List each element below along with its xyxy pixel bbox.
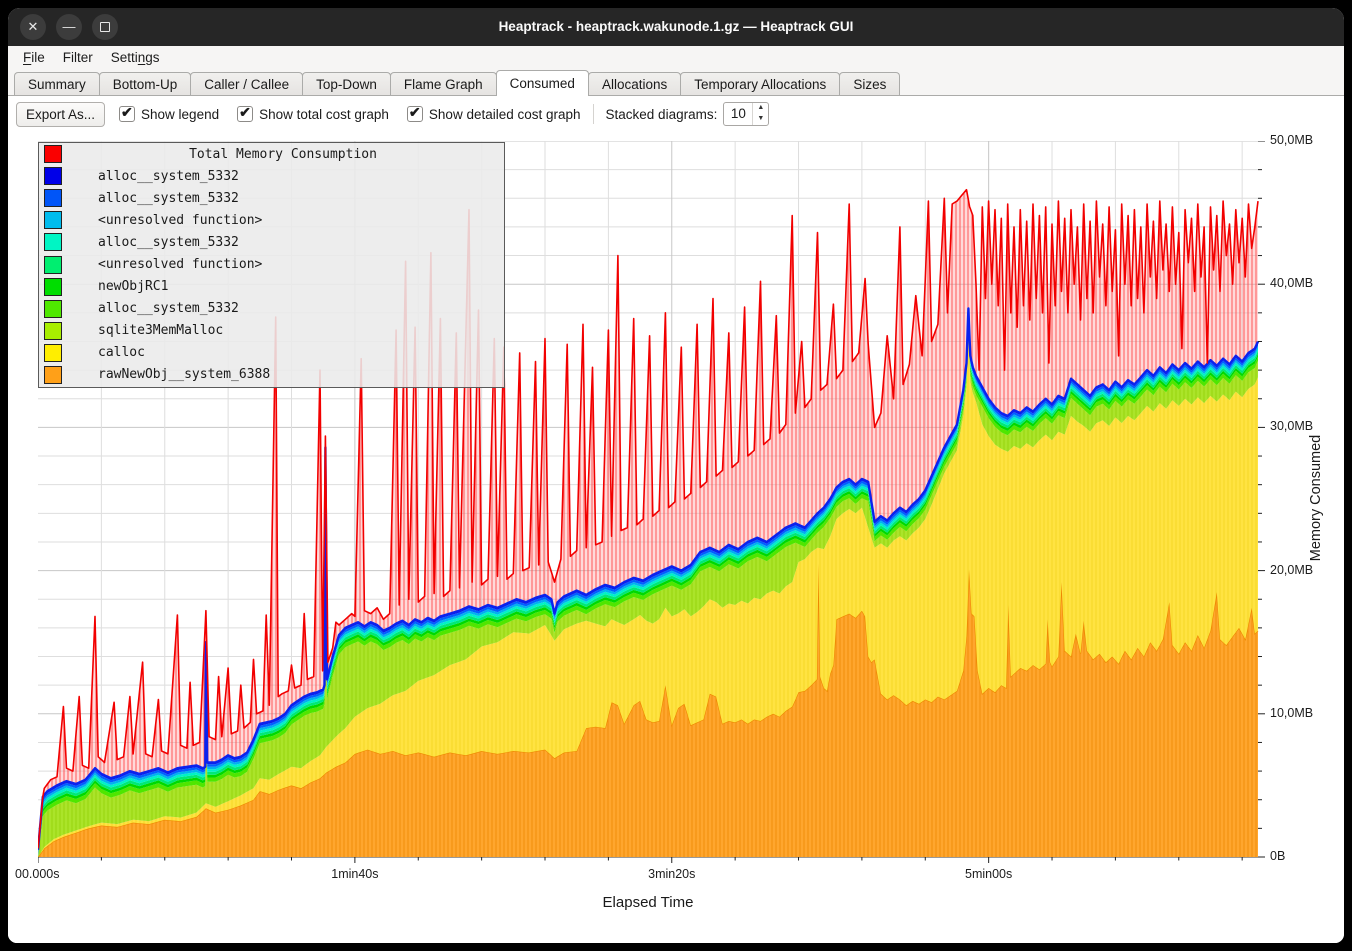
legend-swatch — [44, 211, 62, 229]
legend-item: Total Memory Consumption — [39, 143, 504, 165]
menu-file[interactable]: File — [14, 48, 54, 67]
spinbox-arrows: ▲ ▼ — [752, 103, 768, 125]
check-mark-icon: ✔ — [409, 104, 421, 121]
y-tick-label: 30,0MB — [1270, 419, 1313, 433]
stacked-diagrams-label: Stacked diagrams: — [606, 107, 718, 122]
legend-item: <unresolved function> — [39, 253, 504, 275]
app-window: ✕ — Heaptrack - heaptrack.wakunode.1.gz … — [8, 8, 1344, 943]
tab-allocations[interactable]: Allocations — [588, 72, 681, 96]
chart-toolbar: Export As... ✔ Show legend ✔ Show total cos… — [16, 100, 769, 128]
checkbox-show-detailed-cost-graph[interactable]: ✔ Show detailed cost graph — [407, 106, 581, 122]
legend-label: alloc__system_5332 — [62, 235, 239, 250]
checkbox-show-legend[interactable]: ✔ Show legend — [119, 106, 219, 122]
y-tick-label: 20,0MB — [1270, 563, 1313, 577]
legend-item: alloc__system_5332 — [39, 231, 504, 253]
checkbox-box[interactable]: ✔ — [237, 106, 253, 122]
legend-label: rawNewObj__system_6388 — [62, 367, 270, 382]
check-mark-icon: ✔ — [121, 104, 133, 121]
y-tick-label: 40,0MB — [1270, 276, 1313, 290]
legend-swatch — [44, 300, 62, 318]
legend-swatch — [44, 145, 62, 163]
legend-item: alloc__system_5332 — [39, 165, 504, 187]
y-tick-label: 0B — [1270, 849, 1285, 863]
window-title: Heaptrack - heaptrack.wakunode.1.gz — He… — [8, 8, 1344, 46]
legend-swatch — [44, 256, 62, 274]
legend-item: <unresolved function> — [39, 209, 504, 231]
x-axis-title: Elapsed Time — [8, 894, 1288, 911]
checkbox-label: Show total cost graph — [259, 107, 389, 122]
tab-bottom-up[interactable]: Bottom-Up — [99, 72, 192, 96]
toolbar-separator — [593, 104, 594, 124]
y-tick-label: 10,0MB — [1270, 706, 1313, 720]
menu-bar: FileFilterSettings — [8, 46, 1344, 69]
legend-item: alloc__system_5332 — [39, 187, 504, 209]
title-bar: ✕ — Heaptrack - heaptrack.wakunode.1.gz … — [8, 8, 1344, 46]
checkbox-show-total-cost-graph[interactable]: ✔ Show total cost graph — [237, 106, 389, 122]
tab-top-down[interactable]: Top-Down — [302, 72, 391, 96]
legend-item: alloc__system_5332 — [39, 298, 504, 320]
legend-swatch — [44, 366, 62, 384]
menu-filter[interactable]: Filter — [54, 48, 102, 67]
chart-legend: Total Memory Consumption alloc__system_53… — [38, 142, 505, 388]
legend-label: <unresolved function> — [62, 213, 262, 228]
legend-swatch — [44, 344, 62, 362]
x-tick-label: 3min20s — [612, 867, 732, 881]
menu-settings[interactable]: Settings — [102, 48, 169, 67]
x-tick-label: 1min40s — [295, 867, 415, 881]
export-as-button[interactable]: Export As... — [16, 102, 105, 127]
legend-label: <unresolved function> — [62, 257, 262, 272]
tab-sizes[interactable]: Sizes — [839, 72, 900, 96]
legend-label: calloc — [62, 345, 145, 360]
checkbox-label: Show detailed cost graph — [429, 107, 581, 122]
legend-item: rawNewObj__system_6388 — [39, 364, 504, 386]
legend-item: sqlite3MemMalloc — [39, 320, 504, 342]
legend-label: Total Memory Consumption — [62, 147, 504, 162]
memory-consumption-chart: Total Memory Consumption alloc__system_53… — [8, 128, 1344, 943]
x-tick-label: 00.000s — [15, 867, 59, 881]
tab-bar: SummaryBottom-UpCaller / CalleeTop-DownF… — [8, 69, 1344, 96]
y-axis-title: Memory Consumed — [1308, 378, 1328, 618]
legend-label: alloc__system_5332 — [62, 301, 239, 316]
spin-down-arrow[interactable]: ▼ — [753, 114, 768, 125]
legend-swatch — [44, 322, 62, 340]
checkbox-box[interactable]: ✔ — [407, 106, 423, 122]
tab-temporary-allocations[interactable]: Temporary Allocations — [680, 72, 840, 96]
tab-flame-graph[interactable]: Flame Graph — [390, 72, 497, 96]
checkbox-label: Show legend — [141, 107, 219, 122]
x-tick-label: 5min00s — [929, 867, 1049, 881]
legend-label: alloc__system_5332 — [62, 169, 239, 184]
checkbox-box[interactable]: ✔ — [119, 106, 135, 122]
tab-bar-baseline — [8, 95, 1344, 96]
stacked-diagrams-value: 10 — [724, 103, 752, 125]
y-tick-label: 50,0MB — [1270, 133, 1313, 147]
legend-swatch — [44, 278, 62, 296]
legend-label: newObjRC1 — [62, 279, 168, 294]
legend-swatch — [44, 189, 62, 207]
legend-item: newObjRC1 — [39, 276, 504, 298]
tab-summary[interactable]: Summary — [14, 72, 100, 96]
legend-swatch — [44, 167, 62, 185]
legend-swatch — [44, 233, 62, 251]
legend-item: calloc — [39, 342, 504, 364]
tab-caller-callee[interactable]: Caller / Callee — [190, 72, 303, 96]
legend-label: sqlite3MemMalloc — [62, 323, 223, 338]
check-mark-icon: ✔ — [239, 104, 251, 121]
stacked-diagrams-spinbox[interactable]: 10 ▲ ▼ — [723, 102, 769, 126]
legend-label: alloc__system_5332 — [62, 191, 239, 206]
tab-consumed[interactable]: Consumed — [496, 70, 589, 96]
spin-up-arrow[interactable]: ▲ — [753, 103, 768, 114]
